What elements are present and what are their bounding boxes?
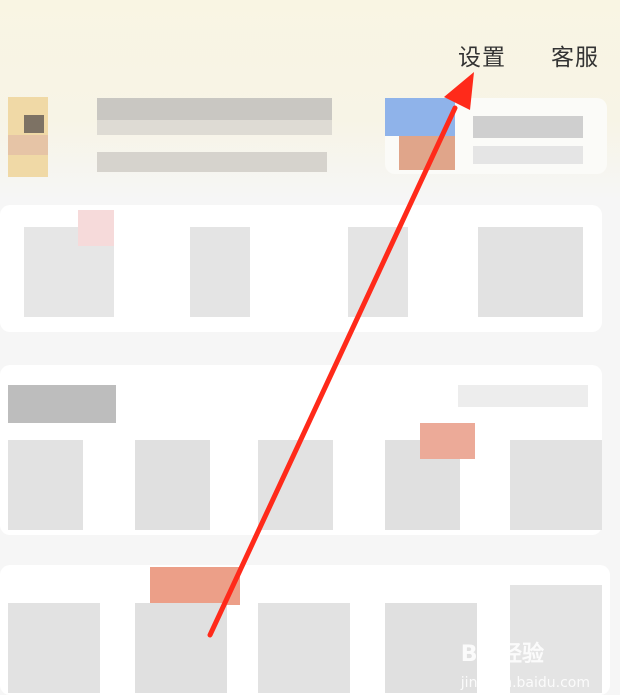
member-card-icon-lower: [399, 136, 455, 170]
orders-card: [0, 365, 602, 535]
stat-item-4[interactable]: [478, 227, 583, 317]
watermark-url: jingyan.baidu.com: [460, 675, 590, 691]
order-status-5[interactable]: [510, 440, 602, 530]
avatar-detail: [24, 115, 44, 133]
username-blur-lower: [97, 120, 332, 135]
order-status-1[interactable]: [8, 440, 83, 530]
tool-item-2[interactable]: [135, 603, 227, 693]
avatar-detail-lower: [8, 135, 48, 155]
settings-link[interactable]: 设置: [458, 38, 506, 72]
order-status-2[interactable]: [135, 440, 210, 530]
member-card-icon: [385, 98, 455, 136]
order-status-4-badge: [420, 423, 475, 459]
stat-item-1-badge: [78, 210, 114, 246]
tool-item-3[interactable]: [258, 603, 350, 693]
order-status-3[interactable]: [258, 440, 333, 530]
stats-card: [0, 205, 602, 332]
watermark-brand: Bai: [460, 642, 500, 667]
stat-item-3[interactable]: [348, 227, 408, 317]
orders-view-all-blur[interactable]: [458, 385, 588, 407]
stat-item-2[interactable]: [190, 227, 250, 317]
watermark-suffix: 经验: [499, 642, 544, 667]
member-card-subtext-blur: [473, 146, 583, 164]
tools-badge: [150, 567, 240, 605]
baidu-jingyan-watermark-icon: Bai经验 jingyan.baidu.com: [461, 636, 590, 693]
orders-title-blur: [8, 385, 116, 423]
customer-service-link[interactable]: 客服: [551, 38, 599, 72]
user-info-blur: [97, 152, 327, 172]
tool-item-1[interactable]: [8, 603, 100, 693]
member-card[interactable]: [385, 98, 607, 174]
member-card-text-blur: [473, 116, 583, 138]
username-blur: [97, 98, 332, 120]
